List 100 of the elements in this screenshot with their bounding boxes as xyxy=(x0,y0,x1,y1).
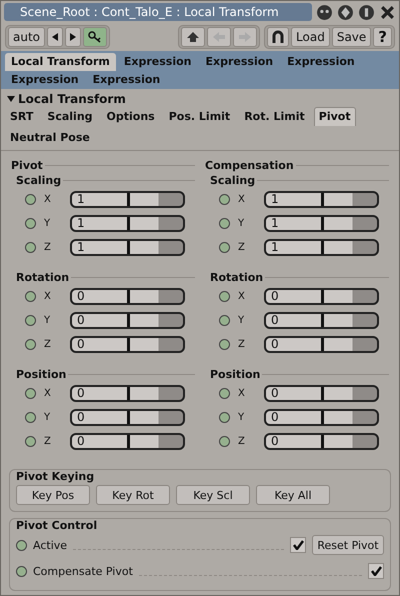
column-heading: Compensation xyxy=(205,159,389,172)
left-arrow-icon xyxy=(212,31,226,43)
value-slider[interactable]: 1 xyxy=(70,239,185,256)
value-slider[interactable]: 1 xyxy=(70,191,185,208)
animation-led[interactable] xyxy=(219,412,230,423)
slider-thumb[interactable] xyxy=(126,338,130,351)
help-button[interactable]: ? xyxy=(373,27,392,47)
animation-led[interactable] xyxy=(25,291,36,302)
slider-thumb[interactable] xyxy=(126,217,130,230)
axis-label: X xyxy=(237,388,246,399)
value-slider[interactable]: 1 xyxy=(264,191,379,208)
value-slider[interactable]: 0 xyxy=(264,336,379,353)
tab[interactable]: Expression xyxy=(118,53,198,71)
slider-thumb[interactable] xyxy=(320,411,324,424)
checkbox[interactable] xyxy=(290,537,306,553)
sub-tab[interactable]: Options xyxy=(102,107,160,126)
close-icon[interactable] xyxy=(379,4,396,20)
axis-label: X xyxy=(237,291,246,302)
slider-thumb[interactable] xyxy=(126,314,130,327)
value-slider[interactable]: 0 xyxy=(264,288,379,305)
animation-led[interactable] xyxy=(25,339,36,350)
animation-led[interactable] xyxy=(16,566,27,576)
expanded-triangle-icon[interactable] xyxy=(7,96,15,102)
axis-label: X xyxy=(237,194,246,205)
slider-thumb[interactable] xyxy=(320,217,324,230)
slider-thumb[interactable] xyxy=(320,314,324,327)
previous-button[interactable] xyxy=(47,27,64,47)
left-triangle-icon xyxy=(52,33,58,41)
tab[interactable]: Expression xyxy=(5,71,85,89)
sub-tab[interactable]: Rot. Limit xyxy=(239,107,310,126)
axis-label: X xyxy=(43,388,52,399)
magnet-button[interactable] xyxy=(267,27,290,47)
animation-led[interactable] xyxy=(25,315,36,326)
slider-thumb[interactable] xyxy=(126,387,130,400)
animation-led[interactable] xyxy=(219,388,230,399)
slider-thumb[interactable] xyxy=(320,387,324,400)
slider-thumb[interactable] xyxy=(320,338,324,351)
key-button[interactable]: Key All xyxy=(256,485,330,505)
save-button[interactable]: Save xyxy=(332,27,372,47)
column-heading: Pivot xyxy=(11,159,195,172)
key-button[interactable]: Key Pos xyxy=(16,485,90,505)
load-button[interactable]: Load xyxy=(291,27,330,47)
value-slider[interactable]: 0 xyxy=(264,433,379,450)
animation-led[interactable] xyxy=(16,540,27,550)
value-slider[interactable]: 1 xyxy=(264,239,379,256)
axis-label: Y xyxy=(43,412,52,423)
slider-thumb[interactable] xyxy=(126,193,130,206)
up-arrow-button[interactable] xyxy=(181,27,206,47)
value-slider[interactable]: 0 xyxy=(264,409,379,426)
key-button[interactable]: Key Rot xyxy=(96,485,170,505)
face-icon[interactable] xyxy=(316,4,333,20)
value-slider[interactable]: 0 xyxy=(70,288,185,305)
slider-thumb[interactable] xyxy=(320,193,324,206)
tab[interactable]: Expression xyxy=(281,53,361,71)
animation-led[interactable] xyxy=(25,242,36,253)
slider-thumb[interactable] xyxy=(320,241,324,254)
animation-led[interactable] xyxy=(219,242,230,253)
animation-led[interactable] xyxy=(219,339,230,350)
axis-label: Z xyxy=(237,242,246,253)
animation-led[interactable] xyxy=(219,436,230,447)
animation-led[interactable] xyxy=(219,218,230,229)
value-slider[interactable]: 0 xyxy=(70,433,185,450)
slider-thumb[interactable] xyxy=(126,241,130,254)
sub-tab[interactable]: Pivot xyxy=(314,107,356,126)
slider-thumb[interactable] xyxy=(320,290,324,303)
value-slider[interactable]: 0 xyxy=(264,385,379,402)
tab[interactable]: Local Transform xyxy=(5,53,116,71)
tab[interactable]: Expression xyxy=(86,71,166,89)
animation-led[interactable] xyxy=(219,291,230,302)
value-slider[interactable]: 0 xyxy=(264,312,379,329)
value-slider[interactable]: 1 xyxy=(264,215,379,232)
key-button[interactable] xyxy=(83,27,108,47)
animation-led[interactable] xyxy=(25,412,36,423)
sub-tab[interactable]: Neutral Pose xyxy=(5,128,95,147)
sub-tab[interactable]: SRT xyxy=(5,107,38,126)
slider-thumb[interactable] xyxy=(126,435,130,448)
animation-led[interactable] xyxy=(219,194,230,205)
group-heading: Rotation xyxy=(205,271,389,284)
value-slider[interactable]: 0 xyxy=(70,312,185,329)
tab[interactable]: Expression xyxy=(200,53,280,71)
reset-button[interactable]: Reset Pivot xyxy=(312,535,384,555)
panel-title: Pivot Keying xyxy=(16,470,96,483)
slider-thumb[interactable] xyxy=(126,290,130,303)
sub-tab[interactable]: Scaling xyxy=(42,107,98,126)
animation-led[interactable] xyxy=(219,315,230,326)
key-button[interactable]: Key Scl xyxy=(176,485,250,505)
value-slider[interactable]: 0 xyxy=(70,409,185,426)
slider-thumb[interactable] xyxy=(126,411,130,424)
slider-thumb[interactable] xyxy=(320,435,324,448)
animation-led[interactable] xyxy=(25,388,36,399)
mode-button[interactable]: auto xyxy=(8,27,46,47)
animation-led[interactable] xyxy=(25,194,36,205)
next-button[interactable] xyxy=(65,27,82,47)
value-slider[interactable]: 0 xyxy=(70,385,185,402)
value-slider[interactable]: 1 xyxy=(70,215,185,232)
animation-led[interactable] xyxy=(25,218,36,229)
sub-tab[interactable]: Pos. Limit xyxy=(164,107,236,126)
value-slider[interactable]: 0 xyxy=(70,336,185,353)
checkbox[interactable] xyxy=(368,563,384,579)
animation-led[interactable] xyxy=(25,436,36,447)
